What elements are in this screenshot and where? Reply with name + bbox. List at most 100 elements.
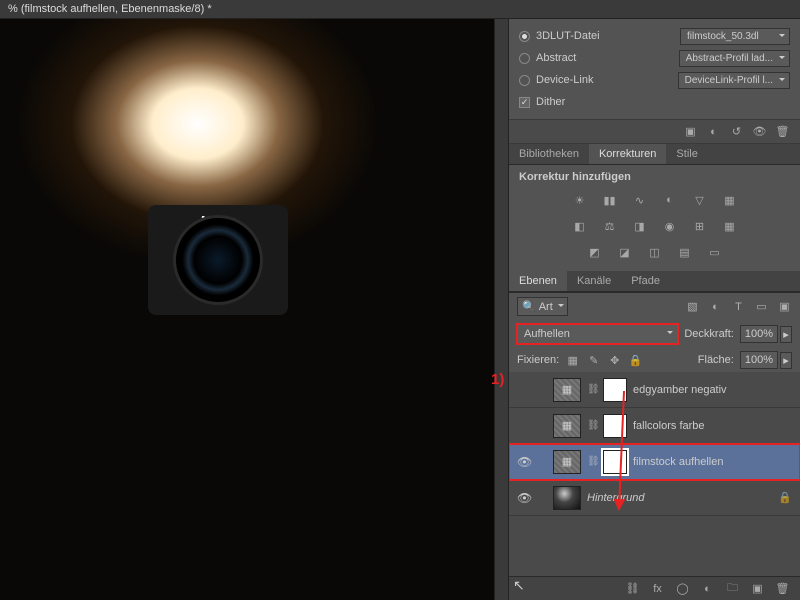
lut-icon[interactable]: ▦ xyxy=(721,217,739,235)
tab-paths[interactable]: Pfade xyxy=(621,271,670,291)
dropdown-3dlut[interactable]: filmstock_50.3dl xyxy=(680,28,790,45)
clip-icon[interactable]: ▣ xyxy=(683,124,698,139)
dropdown-abstract[interactable]: Abstract-Profil lad... xyxy=(679,50,790,67)
filter-type-label: Art xyxy=(539,301,553,313)
properties-footer: ▣ ◐ ↺ 👁 🗑 xyxy=(509,119,800,144)
label-abstract: Abstract xyxy=(536,52,673,64)
filter-pixel-icon[interactable]: ▧ xyxy=(685,299,700,314)
radio-3dlut[interactable] xyxy=(519,31,530,42)
hue-icon[interactable]: ◧ xyxy=(571,217,589,235)
blend-mode-row: Aufhellen Deckkraft: 100% ▸ xyxy=(509,320,800,348)
properties-panel: 3DLUT-Datei filmstock_50.3dl Abstract Ab… xyxy=(509,19,800,119)
visibility-toggle[interactable]: 👁 xyxy=(517,455,531,469)
mixer-icon[interactable]: ⊞ xyxy=(691,217,709,235)
document-title: % (filmstock aufhellen, Ebenenmaske/8) * xyxy=(0,0,800,19)
link-icon: ⛓ xyxy=(587,420,597,431)
lock-paint-icon[interactable]: ✎ xyxy=(586,353,601,368)
layer-name[interactable]: Hintergrund xyxy=(587,492,772,504)
tab-channels[interactable]: Kanäle xyxy=(567,271,621,291)
tab-styles[interactable]: Stile xyxy=(666,144,707,164)
vertical-scrollbar[interactable] xyxy=(494,19,508,600)
exposure-icon[interactable]: ◐ xyxy=(661,191,679,209)
layers-tabs: Ebenen Kanäle Pfade xyxy=(509,271,800,292)
opacity-label: Deckkraft: xyxy=(684,328,734,340)
layer-row-background[interactable]: 👁 Hintergrund 🔒 xyxy=(509,480,800,516)
adjustment-icon[interactable]: ◐ xyxy=(700,581,715,596)
link-icon: ⛓ xyxy=(587,384,597,395)
trash-icon[interactable]: 🗑 xyxy=(775,124,790,139)
mask-thumb[interactable] xyxy=(603,450,627,474)
adjustments-title: Korrektur hinzufügen xyxy=(519,171,790,183)
mask-icon[interactable]: ◯ xyxy=(675,581,690,596)
balance-icon[interactable]: ⚖ xyxy=(601,217,619,235)
layer-row[interactable]: ▦ ⛓ fallcolors farbe xyxy=(509,408,800,444)
adjustment-thumb[interactable]: ▦ xyxy=(553,414,581,438)
vibrance-icon[interactable]: ▽ xyxy=(691,191,709,209)
reset-icon[interactable]: ↺ xyxy=(729,124,744,139)
link-icon: ⛓ xyxy=(587,456,597,467)
threshold-icon[interactable]: ◫ xyxy=(646,243,664,261)
visibility-toggle[interactable]: 👁 xyxy=(517,491,531,505)
adjustments-panel: Korrektur hinzufügen ☀ ▮▮ ∿ ◐ ▽ ▦ ◧ ⚖ ◨ … xyxy=(509,165,800,271)
layer-row-selected[interactable]: 👁 ▦ ⛓ filmstock aufhellen xyxy=(509,444,800,480)
tab-libraries[interactable]: Bibliotheken xyxy=(509,144,589,164)
filter-type-dropdown[interactable]: 🔍 Art xyxy=(517,297,568,316)
adjustment-thumb[interactable]: ▦ xyxy=(553,450,581,474)
dropdown-devicelink[interactable]: DeviceLink-Profil l... xyxy=(678,72,790,89)
adjustment-thumb[interactable]: ▦ xyxy=(553,378,581,402)
fill-label: Fläche: xyxy=(698,354,734,366)
lock-label: Fixieren: xyxy=(517,354,559,366)
filter-smart-icon[interactable]: ▣ xyxy=(777,299,792,314)
filter-shape-icon[interactable]: ▭ xyxy=(754,299,769,314)
fill-flyout[interactable]: ▸ xyxy=(780,352,792,369)
layer-name[interactable]: fallcolors farbe xyxy=(633,420,792,432)
layer-name[interactable]: filmstock aufhellen xyxy=(633,456,792,468)
search-icon: 🔍 xyxy=(522,300,536,313)
mask-thumb[interactable] xyxy=(603,414,627,438)
group-icon[interactable]: 🗀 xyxy=(725,581,740,596)
tab-layers[interactable]: Ebenen xyxy=(509,271,567,291)
invert-icon[interactable]: ◩ xyxy=(586,243,604,261)
delete-icon[interactable]: 🗑 xyxy=(775,581,790,596)
selective-icon[interactable]: ▤ xyxy=(676,243,694,261)
layer-row[interactable]: ▦ ⛓ edgyamber negativ xyxy=(509,372,800,408)
label-dither: Dither xyxy=(536,96,565,108)
layers-footer: ⛓ fx ◯ ◐ 🗀 ▣ 🗑 xyxy=(509,576,800,600)
label-3dlut: 3DLUT-Datei xyxy=(536,30,674,42)
levels-icon[interactable]: ▮▮ xyxy=(601,191,619,209)
camera-body: Nikon xyxy=(148,205,288,315)
prev-state-icon[interactable]: ◐ xyxy=(706,124,721,139)
lock-transparency-icon[interactable]: ▦ xyxy=(565,353,580,368)
bw-icon[interactable]: ◨ xyxy=(631,217,649,235)
blend-mode-dropdown[interactable]: Aufhellen xyxy=(517,324,678,344)
lock-all-icon[interactable]: 🔒 xyxy=(628,353,643,368)
link-layers-icon[interactable]: ⛓ xyxy=(625,581,640,596)
lock-icon: 🔒 xyxy=(778,491,792,504)
gradient-map-icon[interactable]: ▭ xyxy=(706,243,724,261)
checkbox-dither[interactable] xyxy=(519,97,530,108)
curves-icon[interactable]: ∿ xyxy=(631,191,649,209)
opacity-value[interactable]: 100% xyxy=(740,325,778,343)
mask-thumb[interactable] xyxy=(603,378,627,402)
fx-icon[interactable]: fx xyxy=(650,581,665,596)
fill-value[interactable]: 100% xyxy=(740,351,778,369)
layer-filter-row: 🔍 Art ▧ ◐ T ▭ ▣ xyxy=(509,292,800,320)
photo-filter-icon[interactable]: ◉ xyxy=(661,217,679,235)
new-layer-icon[interactable]: ▣ xyxy=(750,581,765,596)
radio-devicelink[interactable] xyxy=(519,75,530,86)
posterize-icon[interactable]: ◪ xyxy=(616,243,634,261)
visibility-icon[interactable]: 👁 xyxy=(752,124,767,139)
radio-abstract[interactable] xyxy=(519,53,530,64)
lock-position-icon[interactable]: ✥ xyxy=(607,353,622,368)
layer-name[interactable]: edgyamber negativ xyxy=(633,384,792,396)
grid-icon[interactable]: ▦ xyxy=(721,191,739,209)
tab-adjustments[interactable]: Korrekturen xyxy=(589,144,666,164)
filter-adjust-icon[interactable]: ◐ xyxy=(708,299,723,314)
layers-list: ▦ ⛓ edgyamber negativ ▦ ⛓ fallcolors far… xyxy=(509,372,800,576)
layer-thumb[interactable] xyxy=(553,486,581,510)
brightness-icon[interactable]: ☀ xyxy=(571,191,589,209)
filter-type-icon[interactable]: T xyxy=(731,299,746,314)
adjustments-tabs: Bibliotheken Korrekturen Stile xyxy=(509,144,800,165)
canvas-area[interactable]: Nikon xyxy=(0,19,494,600)
opacity-flyout[interactable]: ▸ xyxy=(780,326,792,343)
